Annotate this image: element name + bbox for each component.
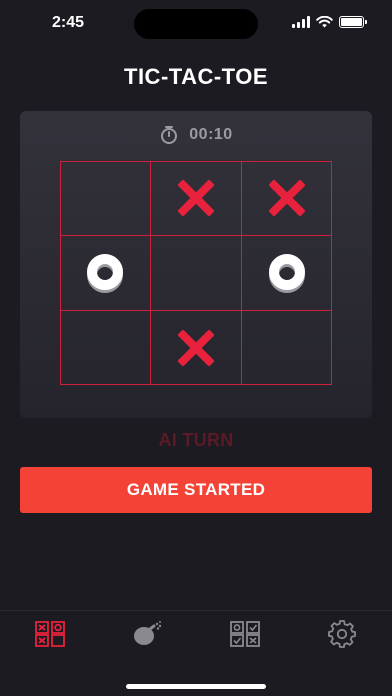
board-cell[interactable] bbox=[150, 160, 242, 237]
timer: 00:10 bbox=[20, 125, 372, 145]
bomb-icon bbox=[134, 621, 162, 645]
status-icons bbox=[292, 14, 367, 30]
dynamic-island bbox=[134, 9, 258, 39]
board-cell[interactable] bbox=[240, 309, 333, 386]
board-cell[interactable] bbox=[240, 160, 333, 237]
tic-tac-toe-grid-icon bbox=[35, 621, 65, 647]
tab-settings[interactable] bbox=[322, 619, 362, 649]
tab-checklist[interactable] bbox=[225, 619, 265, 649]
status-bar: 2:45 bbox=[0, 0, 392, 48]
board-card: 00:10 bbox=[20, 111, 372, 418]
battery-icon bbox=[339, 16, 367, 28]
x-mark-icon bbox=[177, 329, 214, 366]
board-cell[interactable] bbox=[59, 235, 152, 311]
o-mark-icon bbox=[268, 253, 305, 293]
status-time: 2:45 bbox=[52, 14, 85, 31]
checklist-grid-icon bbox=[230, 621, 260, 647]
page-title: TIC-TAC-TOE bbox=[124, 64, 268, 89]
turn-indicator: AI TURN bbox=[158, 430, 234, 450]
gear-icon bbox=[328, 620, 356, 648]
game-status-button[interactable]: GAME STARTED bbox=[20, 467, 372, 513]
o-mark-icon bbox=[87, 253, 124, 293]
board-cell[interactable] bbox=[150, 309, 242, 386]
x-mark-icon bbox=[177, 180, 214, 217]
home-indicator bbox=[126, 684, 266, 689]
game-board bbox=[59, 160, 333, 386]
board-cell[interactable] bbox=[59, 309, 152, 386]
tab-bomb[interactable] bbox=[126, 619, 166, 649]
x-mark-icon bbox=[268, 180, 305, 217]
board-cell[interactable] bbox=[59, 160, 152, 237]
timer-value: 00:10 bbox=[189, 126, 233, 143]
board-cell[interactable] bbox=[150, 235, 242, 311]
board-cell[interactable] bbox=[240, 235, 333, 311]
tab-tic-tac-toe[interactable] bbox=[30, 619, 70, 649]
cellular-signal-icon bbox=[292, 16, 310, 28]
wifi-icon bbox=[316, 16, 333, 28]
stopwatch-icon bbox=[161, 126, 178, 144]
